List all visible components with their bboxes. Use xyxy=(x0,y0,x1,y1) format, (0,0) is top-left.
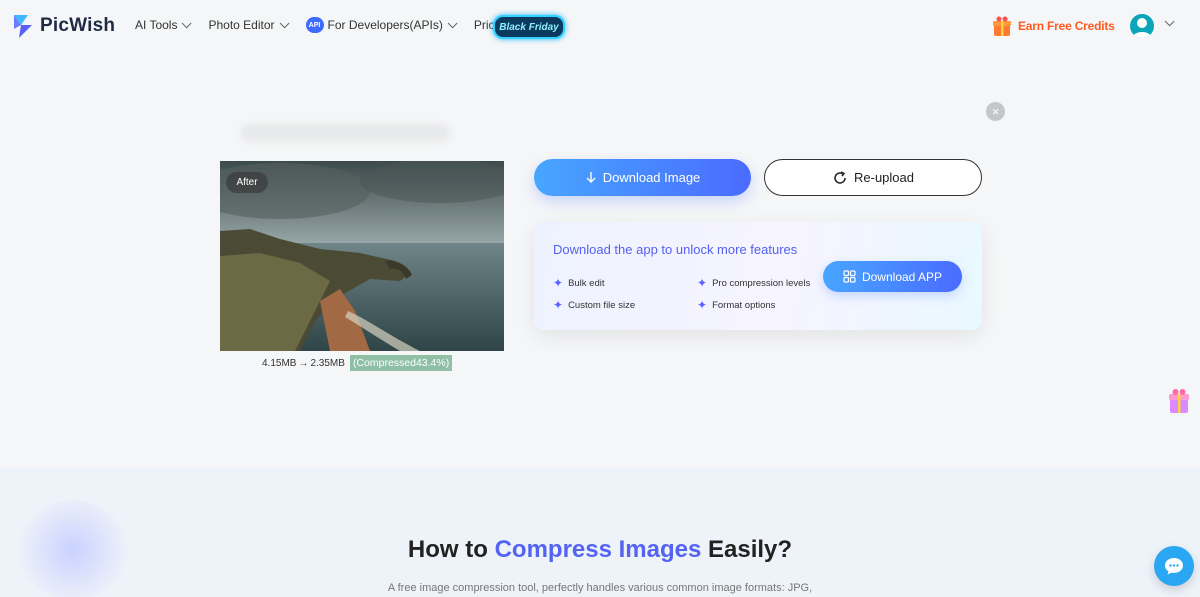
user-icon xyxy=(1132,18,1152,38)
nav-photo-editor[interactable]: Photo Editor xyxy=(208,17,290,32)
feature-label: Custom file size xyxy=(568,299,636,311)
picwish-logo-icon xyxy=(14,15,32,38)
feature-item: ✦ Pro compression levels xyxy=(697,277,810,289)
black-friday-badge[interactable]: Black Friday xyxy=(493,15,565,39)
top-nav-bar: PicWish AI Tools Photo Editor API For De… xyxy=(0,0,1200,52)
compression-ratio-badge: (Compressed43.4%) xyxy=(349,355,453,371)
apps-grid-icon xyxy=(843,270,856,283)
feature-item: ✦ Format options xyxy=(697,299,775,311)
arrow-icon: → xyxy=(298,357,309,369)
compressed-size: 2.35MB xyxy=(310,357,345,369)
feature-label: Pro compression levels xyxy=(712,277,811,289)
refresh-icon xyxy=(832,170,848,186)
user-avatar[interactable] xyxy=(1130,14,1154,38)
feature-item: ✦ Custom file size xyxy=(553,299,635,311)
section-heading: How to Compress Images Easily? xyxy=(0,536,1200,564)
section-description: A free image compression tool, perfectly… xyxy=(387,582,813,594)
promo-title: Download the app to unlock more features xyxy=(553,242,798,257)
heading-prefix: How to xyxy=(407,536,495,563)
how-to-section xyxy=(0,468,1200,597)
main-nav: AI Tools Photo Editor API For Developers… xyxy=(135,17,531,33)
feature-label: Bulk edit xyxy=(568,277,605,289)
close-icon[interactable]: × xyxy=(986,102,1005,121)
chevron-down-icon xyxy=(447,17,458,28)
gift-icon xyxy=(993,16,1011,36)
heading-highlight: Compress Images xyxy=(494,536,702,563)
blurred-placeholder xyxy=(240,124,450,142)
download-image-button[interactable]: Download Image xyxy=(534,159,751,196)
download-app-button[interactable]: Download APP xyxy=(823,261,962,292)
download-image-label: Download Image xyxy=(602,170,701,185)
logo-text: PicWish xyxy=(40,15,116,36)
sparkle-icon: ✦ xyxy=(553,276,564,290)
download-app-label: Download APP xyxy=(861,269,943,284)
heading-suffix: Easily? xyxy=(701,536,793,563)
floating-gift-icon[interactable] xyxy=(1166,387,1192,415)
feature-item: ✦ Bulk edit xyxy=(553,277,605,289)
api-icon: API xyxy=(305,17,324,33)
sparkle-icon: ✦ xyxy=(697,276,708,290)
nav-photo-editor-label: Photo Editor xyxy=(208,18,275,32)
sparkle-icon: ✦ xyxy=(553,298,564,312)
chat-support-button[interactable] xyxy=(1154,546,1194,586)
earn-credits-label: Earn Free Credits xyxy=(1018,19,1115,33)
reupload-button[interactable]: Re-upload xyxy=(764,159,982,196)
chevron-down-icon xyxy=(182,17,193,28)
chat-bubble-icon xyxy=(1165,558,1183,575)
app-promo-card: Download the app to unlock more features… xyxy=(534,222,982,330)
chevron-down-icon[interactable] xyxy=(1164,16,1175,27)
earn-credits-link[interactable]: Earn Free Credits xyxy=(990,14,1115,38)
original-size: 4.15MB xyxy=(262,357,297,369)
after-tag: After xyxy=(226,172,268,193)
sparkle-icon: ✦ xyxy=(697,298,708,312)
feature-label: Format options xyxy=(712,299,776,311)
size-comparison: 4.15MB → 2.35MB (Compressed43.4%) xyxy=(262,355,453,371)
nav-developers[interactable]: API For Developers(APIs) xyxy=(305,17,458,33)
chevron-down-icon xyxy=(279,17,290,28)
reupload-label: Re-upload xyxy=(854,170,914,185)
nav-developers-label: For Developers(APIs) xyxy=(327,18,443,32)
nav-ai-tools[interactable]: AI Tools xyxy=(135,17,193,32)
logo[interactable]: PicWish xyxy=(12,13,115,39)
download-icon xyxy=(585,171,597,185)
nav-ai-tools-label: AI Tools xyxy=(135,18,178,32)
